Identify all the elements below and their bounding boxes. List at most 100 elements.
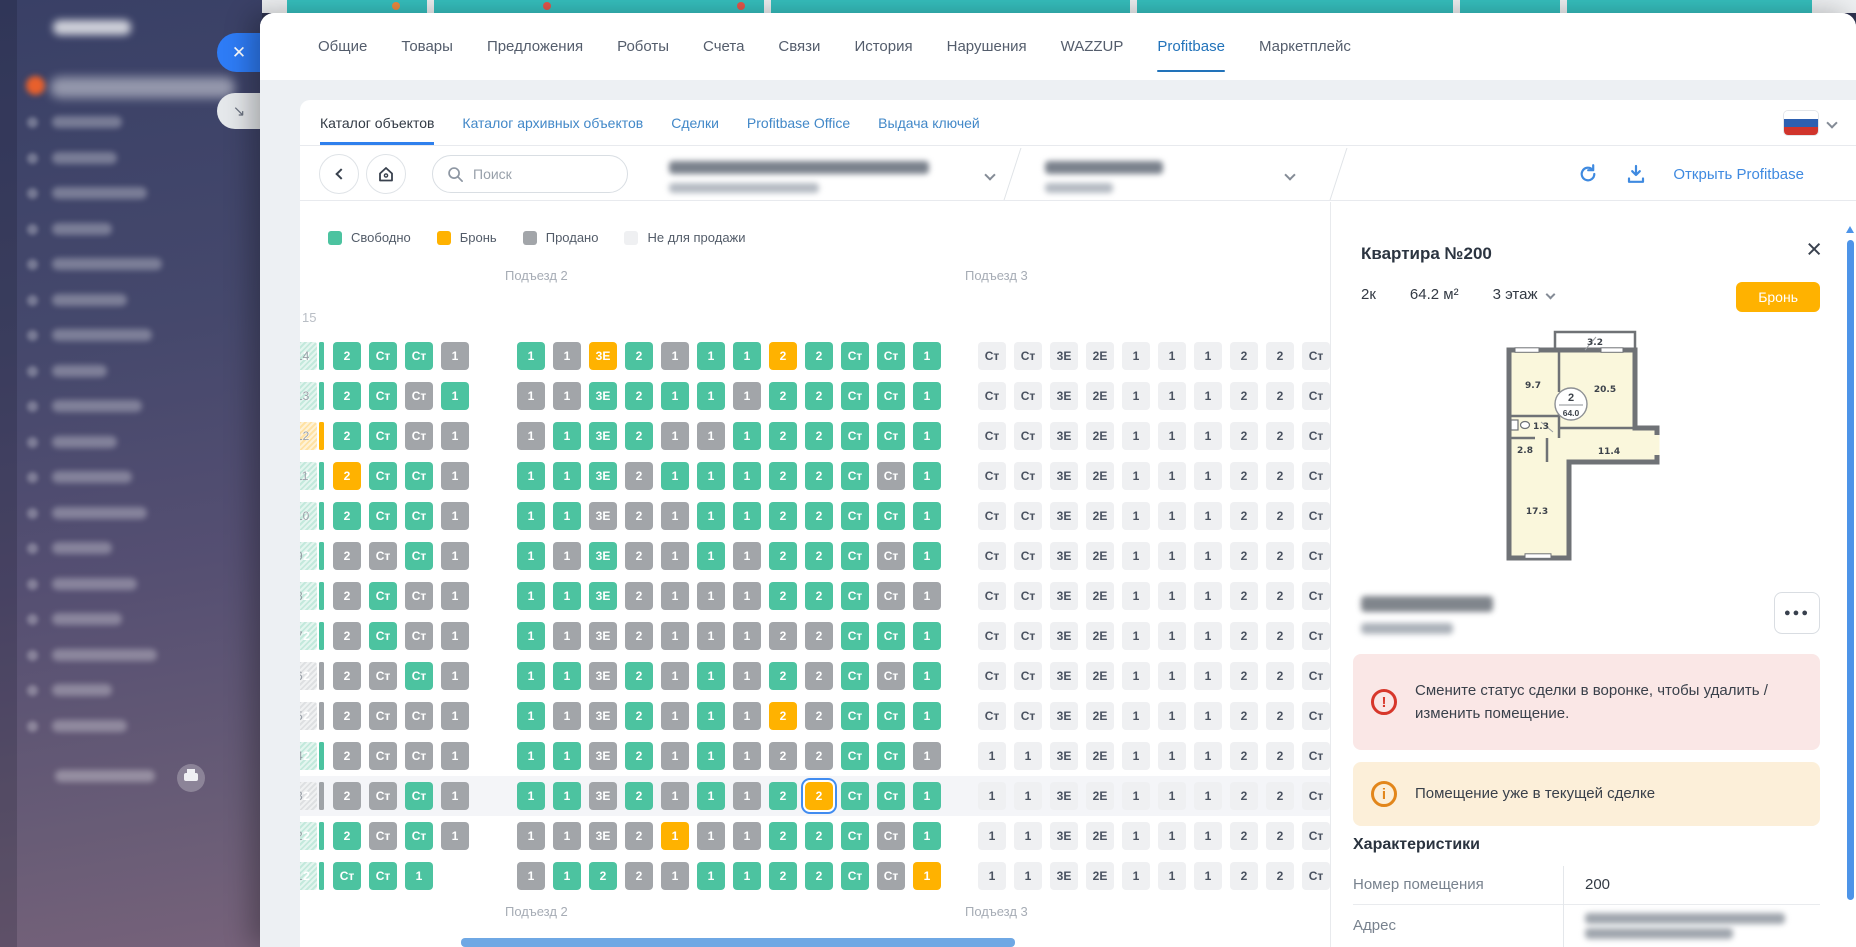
sidebar-item[interactable] (0, 434, 262, 458)
apartment-cell[interactable]: 1 (661, 622, 689, 650)
apartment-cell[interactable]: 2 (769, 742, 797, 770)
apartment-cell[interactable]: 2 (805, 702, 833, 730)
apartment-cell[interactable]: 1 (733, 582, 761, 610)
apartment-cell[interactable]: 1 (661, 502, 689, 530)
apartment-cell[interactable]: 2 (625, 342, 653, 370)
floor-select[interactable]: 3 этаж (1493, 286, 1554, 303)
apartment-cell[interactable]: 1 (553, 462, 581, 490)
apartment-cell[interactable]: Ст (369, 462, 397, 490)
apartment-cell[interactable]: 1 (441, 542, 469, 570)
apartment-cell[interactable]: 2 (805, 662, 833, 690)
apartment-cell[interactable]: 2 (625, 822, 653, 850)
apartment-cell[interactable]: 1 (733, 342, 761, 370)
tab-WAZZUP[interactable]: WAZZUP (1061, 13, 1124, 80)
apartment-cell[interactable]: 2 (625, 782, 653, 810)
apartment-cell[interactable]: 1 (913, 462, 941, 490)
tab-Связи[interactable]: Связи (778, 13, 820, 80)
apartment-cell[interactable]: Ст (877, 742, 905, 770)
apartment-cell[interactable]: 1 (517, 862, 545, 890)
apartment-cell[interactable]: 2 (769, 702, 797, 730)
apartment-cell[interactable]: Ст (369, 582, 397, 610)
apartment-cell[interactable]: 1 (553, 782, 581, 810)
apartment-cell[interactable]: 1 (441, 422, 469, 450)
apartment-cell[interactable]: 1 (913, 422, 941, 450)
apartment-cell[interactable]: 1 (553, 822, 581, 850)
apartment-cell[interactable]: Ст (369, 862, 397, 890)
apartment-cell[interactable]: 1 (733, 822, 761, 850)
apartment-cell[interactable]: 1 (733, 662, 761, 690)
apartment-cell[interactable]: 2 (333, 502, 361, 530)
apartment-cell[interactable]: 2 (333, 462, 361, 490)
apartment-cell[interactable]: 3Е (589, 622, 617, 650)
apartment-cell[interactable]: 1 (553, 542, 581, 570)
apartment-cell[interactable]: 1 (661, 462, 689, 490)
apartment-cell[interactable]: 1 (697, 822, 725, 850)
apartment-cell[interactable]: 1 (913, 742, 941, 770)
apartment-cell[interactable]: 1 (441, 462, 469, 490)
apartment-cell[interactable]: Ст (405, 422, 433, 450)
apartment-cell[interactable]: Ст (841, 462, 869, 490)
apartment-cell[interactable]: 1 (697, 702, 725, 730)
apartment-cell[interactable]: 1 (661, 422, 689, 450)
apartment-cell[interactable]: 1 (697, 502, 725, 530)
sidebar-item[interactable] (0, 718, 262, 742)
apartment-cell[interactable]: 3Е (589, 342, 617, 370)
sidebar-item[interactable] (0, 398, 262, 422)
apartment-cell[interactable]: Ст (877, 542, 905, 570)
apartment-cell[interactable]: 1 (553, 502, 581, 530)
apartment-cell[interactable]: 1 (697, 622, 725, 650)
printer-icon[interactable] (177, 764, 205, 792)
apartment-cell[interactable]: Ст (877, 502, 905, 530)
sidebar-item[interactable] (0, 256, 262, 280)
sidebar-item[interactable] (0, 576, 262, 600)
apartment-cell[interactable]: 2 (333, 782, 361, 810)
apartment-cell[interactable]: 2 (769, 862, 797, 890)
apartment-cell[interactable]: 2 (625, 662, 653, 690)
apartment-cell[interactable]: 2 (769, 622, 797, 650)
apartment-cell[interactable]: 1 (661, 382, 689, 410)
apartment-cell[interactable]: Ст (369, 662, 397, 690)
sidebar-item[interactable] (0, 505, 262, 529)
apartment-cell[interactable]: 2 (805, 742, 833, 770)
apartment-cell[interactable]: 1 (441, 582, 469, 610)
search-field[interactable] (432, 155, 628, 193)
close-slider-button[interactable]: ✕ (217, 33, 261, 72)
sidebar-item[interactable] (0, 185, 262, 209)
apartment-cell[interactable]: 1 (553, 582, 581, 610)
apartment-cell-selected[interactable]: 2 (805, 782, 833, 810)
apartment-cell[interactable]: 3Е (589, 782, 617, 810)
apartment-cell[interactable]: 1 (661, 702, 689, 730)
apartment-cell[interactable]: Ст (877, 822, 905, 850)
apartment-cell[interactable]: 1 (733, 782, 761, 810)
apartment-cell[interactable]: 2 (625, 622, 653, 650)
apartment-cell[interactable]: 2 (625, 582, 653, 610)
sidebar-item[interactable] (0, 292, 262, 316)
apartment-cell[interactable]: Ст (405, 742, 433, 770)
apartment-cell[interactable]: 2 (333, 662, 361, 690)
apartment-cell[interactable]: Ст (877, 622, 905, 650)
apartment-cell[interactable]: Ст (405, 342, 433, 370)
apartment-cell[interactable]: Ст (877, 702, 905, 730)
apartment-cell[interactable]: 1 (441, 822, 469, 850)
apartment-cell[interactable]: Ст (841, 542, 869, 570)
tab-Profitbase[interactable]: Profitbase (1157, 13, 1225, 80)
tab-Маркетплейс[interactable]: Маркетплейс (1259, 13, 1351, 80)
apartment-cell[interactable]: 1 (913, 582, 941, 610)
apartment-cell[interactable]: 1 (553, 702, 581, 730)
apartment-cell[interactable]: 3Е (589, 662, 617, 690)
apartment-cell[interactable]: 2 (625, 422, 653, 450)
apartment-cell[interactable]: 1 (441, 622, 469, 650)
apartment-cell[interactable]: Ст (369, 382, 397, 410)
apartment-cell[interactable]: 2 (333, 342, 361, 370)
apartment-cell[interactable]: 3Е (589, 702, 617, 730)
apartment-cell[interactable]: 1 (553, 742, 581, 770)
sidebar-item[interactable] (0, 363, 262, 387)
apartment-cell[interactable]: Ст (405, 462, 433, 490)
apartment-cell[interactable]: 2 (805, 622, 833, 650)
apartment-cell[interactable]: 2 (769, 542, 797, 570)
apartment-cell[interactable]: 1 (733, 462, 761, 490)
apartment-cell[interactable]: 2 (805, 422, 833, 450)
apartment-cell[interactable]: 1 (733, 422, 761, 450)
sidebar-item[interactable] (0, 682, 262, 706)
tab-Товары[interactable]: Товары (401, 13, 453, 80)
